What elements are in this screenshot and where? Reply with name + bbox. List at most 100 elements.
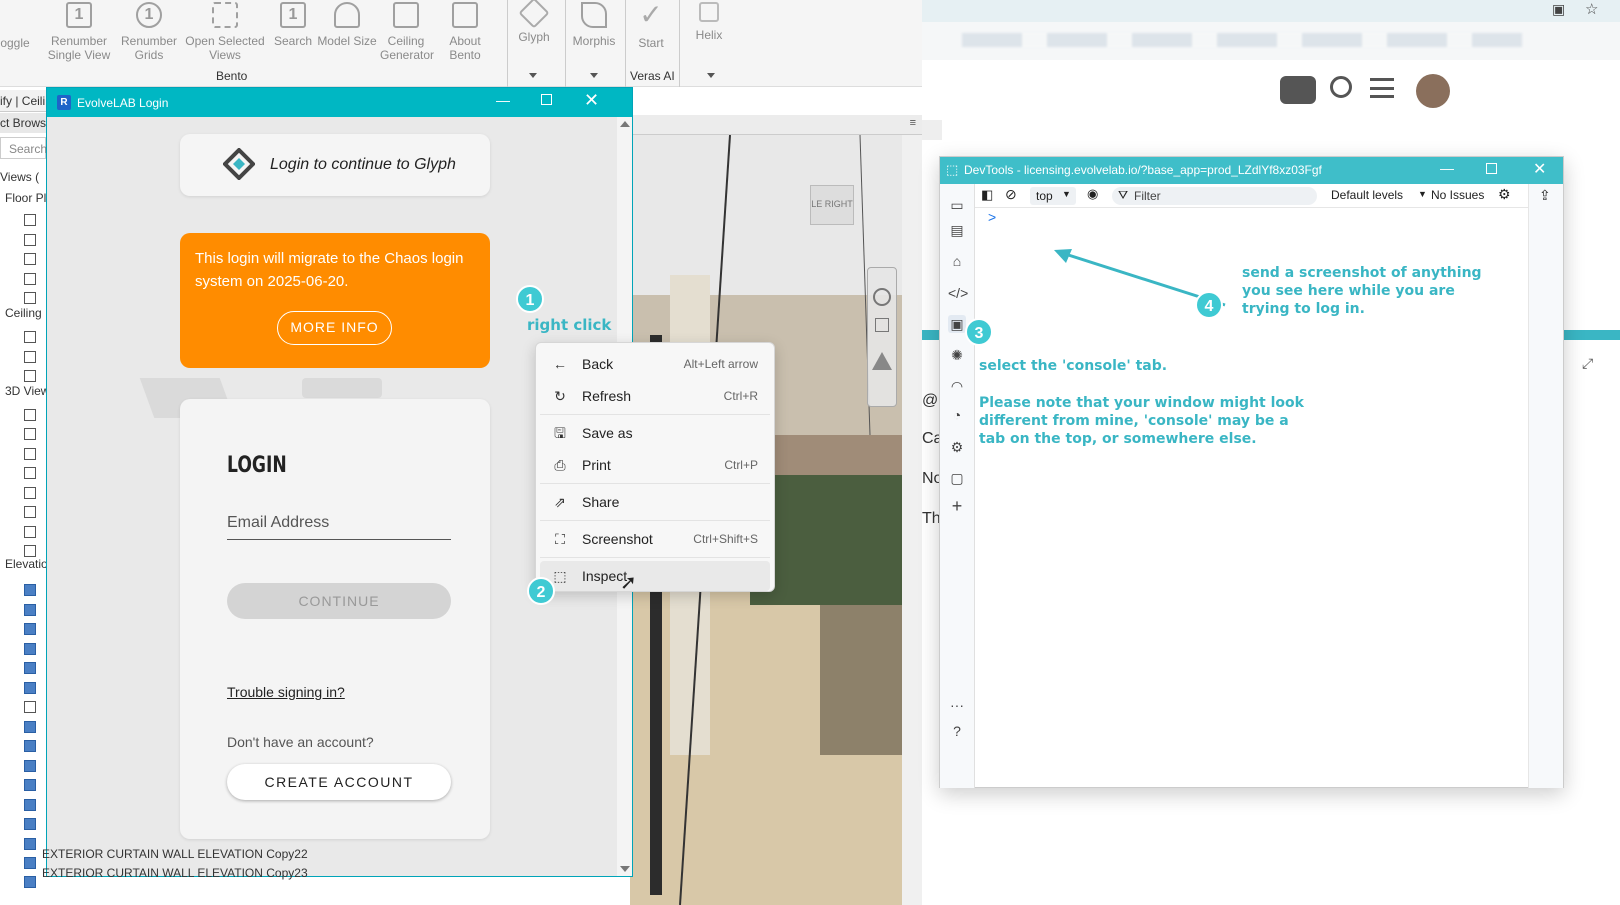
menu-item-inspect[interactable]: ⬚ Inspect (540, 561, 770, 591)
collapse-icon[interactable]: ≡ (910, 117, 916, 129)
view-item-icon[interactable] (24, 351, 36, 363)
search-button[interactable]: 1 Search (272, 0, 314, 48)
view-item-icon[interactable] (24, 253, 36, 265)
view-item-icon[interactable] (24, 838, 36, 850)
maximize-icon[interactable] (541, 94, 552, 105)
morphis-panel-expand-icon[interactable] (590, 73, 598, 78)
tree-floor-plans[interactable]: Floor Pl (5, 191, 46, 205)
view-item-icon[interactable] (24, 506, 36, 518)
tree-ceiling[interactable]: Ceiling (5, 306, 42, 320)
view-item-icon[interactable] (24, 701, 36, 713)
robot-icon[interactable] (1280, 76, 1316, 104)
maximize-icon[interactable] (1486, 163, 1497, 174)
open-selected-views-button[interactable]: Open Selected Views (184, 0, 266, 62)
tree-elevations[interactable]: Elevatio (5, 557, 48, 571)
menu-item-save-as[interactable]: 🖫 Save as (540, 418, 770, 448)
viewcube[interactable]: LE RIGHT (810, 185, 854, 225)
view-item-icon[interactable] (24, 487, 36, 499)
morphis-button[interactable]: Morphis (566, 0, 622, 48)
navigation-bar[interactable] (867, 267, 897, 407)
view-item-icon[interactable] (24, 584, 36, 596)
sources-bug-icon[interactable]: ✺ (948, 346, 966, 364)
view-item-icon[interactable] (24, 857, 36, 869)
zoom-icon[interactable] (875, 318, 889, 332)
continue-button[interactable]: CONTINUE (227, 583, 451, 619)
dock-icon[interactable]: ⇪ (1539, 187, 1551, 204)
search-icon[interactable] (1330, 76, 1352, 98)
view-item-icon[interactable] (24, 799, 36, 811)
view-item-icon[interactable] (24, 526, 36, 538)
view-item-icon[interactable] (24, 662, 36, 674)
avatar[interactable] (1416, 74, 1450, 108)
view-item-icon[interactable] (24, 721, 36, 733)
welcome-icon[interactable]: ▤ (948, 221, 966, 239)
helix-button[interactable]: Helix (684, 0, 734, 42)
clear-console-icon[interactable]: ⊘ (1005, 186, 1017, 203)
expand-icon[interactable]: ⤢ (1582, 355, 1593, 372)
tree-row-copy22[interactable]: EXTERIOR CURTAIN WALL ELEVATION Copy22 (42, 847, 308, 861)
view-item-icon[interactable] (24, 370, 36, 382)
ceiling-generator-button[interactable]: Ceiling Generator (380, 0, 434, 62)
tree-views[interactable]: Views ( (0, 170, 39, 184)
help-icon[interactable]: ? (948, 722, 966, 740)
view-item-icon[interactable] (24, 331, 36, 343)
trouble-signing-in-link[interactable]: Trouble signing in? (227, 684, 345, 700)
pan-icon[interactable] (872, 352, 892, 370)
glyph-panel-expand-icon[interactable] (529, 73, 537, 78)
menu-item-refresh[interactable]: ↻ Refresh Ctrl+R (540, 381, 770, 411)
menu-item-print[interactable]: ⎙ Print Ctrl+P (540, 450, 770, 480)
view-tab[interactable]: ify | Ceili (0, 94, 45, 108)
start-button[interactable]: ✓ Start (626, 0, 676, 50)
view-item-icon[interactable] (24, 760, 36, 772)
viewport-scrollbar[interactable] (902, 135, 922, 905)
window-icon[interactable]: ▣ (1552, 1, 1565, 18)
view-item-icon[interactable] (24, 409, 36, 421)
view-item-icon[interactable] (24, 545, 36, 557)
view-item-icon[interactable] (24, 740, 36, 752)
star-icon[interactable]: ☆ (1585, 0, 1598, 18)
view-item-icon[interactable] (24, 876, 36, 888)
ribbon-toggle[interactable]: oggle (0, 0, 30, 50)
close-icon[interactable]: ✕ (584, 90, 599, 111)
helix-panel-expand-icon[interactable] (707, 73, 715, 78)
log-levels-dropdown[interactable]: Default levels (1331, 188, 1403, 202)
close-icon[interactable]: ✕ (1533, 159, 1546, 179)
view-item-icon[interactable] (24, 779, 36, 791)
view-item-icon[interactable] (24, 467, 36, 479)
filter-input[interactable]: ⛛ Filter (1112, 187, 1317, 205)
more-tools-icon[interactable]: ··· (948, 696, 966, 714)
renumber-single-view-button[interactable]: 1 Renumber Single View (40, 0, 118, 62)
console-tab-icon[interactable]: ▣ (948, 315, 966, 333)
context-selector[interactable]: top ▼ (1030, 187, 1076, 205)
minimize-icon[interactable]: — (496, 92, 510, 108)
scroll-up-icon[interactable] (619, 121, 630, 127)
view-item-icon[interactable] (24, 818, 36, 830)
menu-item-back[interactable]: ← Back Alt+Left arrow (540, 349, 770, 379)
view-item-icon[interactable] (24, 234, 36, 246)
renumber-grids-button[interactable]: 1 Renumber Grids (118, 0, 180, 62)
view-item-icon[interactable] (24, 292, 36, 304)
email-field[interactable]: Email Address (227, 514, 451, 540)
application-icon[interactable]: ▢ (948, 469, 966, 487)
eye-icon[interactable]: ◉ (1087, 186, 1098, 202)
home-icon[interactable]: ⌂ (948, 252, 966, 270)
view-item-icon[interactable] (24, 428, 36, 440)
settings-gear-icon[interactable]: ⚙ (1498, 186, 1511, 203)
settings-gear-icon[interactable]: ⚙ (948, 438, 966, 456)
view-item-icon[interactable] (24, 604, 36, 616)
menu-item-share[interactable]: ⇗ Share (540, 487, 770, 517)
issues-count[interactable]: No Issues (1431, 188, 1484, 202)
console-prompt[interactable]: > (988, 209, 996, 225)
performance-icon[interactable]: ◔ (948, 406, 966, 424)
sidebar-toggle-icon[interactable]: ◧ (981, 187, 993, 203)
add-panel-icon[interactable]: + (948, 497, 966, 515)
minimize-icon[interactable]: — (1440, 160, 1454, 176)
scroll-down-icon[interactable] (620, 866, 630, 872)
view-item-icon[interactable] (24, 214, 36, 226)
view-item-icon[interactable] (24, 682, 36, 694)
about-bento-button[interactable]: About Bento (440, 0, 490, 62)
project-browser-search[interactable]: Search (0, 137, 47, 159)
menu-item-screenshot[interactable]: ⛶ Screenshot Ctrl+Shift+S (540, 524, 770, 554)
device-emulation-icon[interactable]: ▭ (948, 196, 966, 214)
elements-icon[interactable]: </> (948, 284, 968, 302)
